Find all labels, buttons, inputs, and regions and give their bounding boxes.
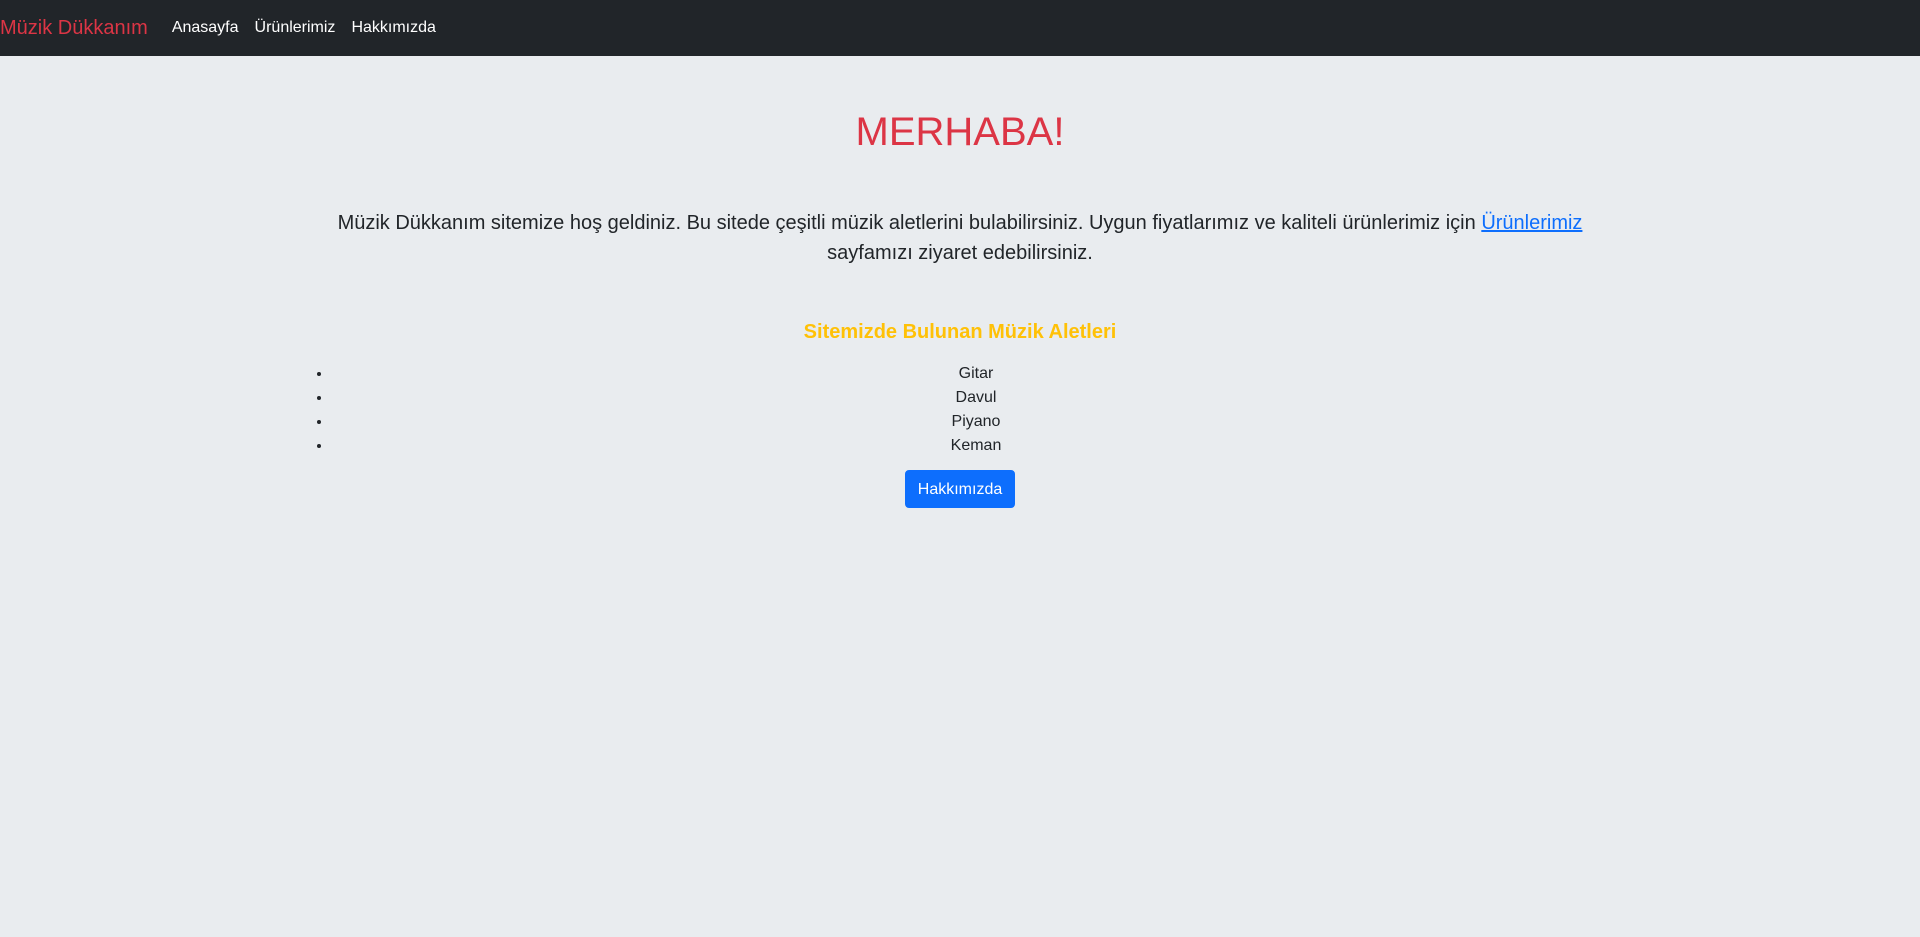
products-link[interactable]: Ürünlerimiz <box>1481 212 1582 234</box>
list-item: Davul <box>332 386 1620 410</box>
page-heading: MERHABA! <box>855 110 1065 154</box>
nav-link-urunlerimiz[interactable]: Ürünlerimiz <box>247 19 344 37</box>
intro-paragraph: Müzik Dükkanım sitemize hoş geldiniz. Bu… <box>300 208 1620 268</box>
navbar: Müzik Dükkanım Anasayfa Ürünlerimiz Hakk… <box>0 0 1920 56</box>
instruments-list: Gitar Davul Piyano Keman <box>300 362 1620 458</box>
nav-links: Anasayfa Ürünlerimiz Hakkımızda <box>172 19 444 37</box>
intro-text-before: Müzik Dükkanım sitemize hoş geldiniz. Bu… <box>337 212 1482 234</box>
list-item: Keman <box>332 434 1620 458</box>
list-item: Piyano <box>332 410 1620 434</box>
nav-link-anasayfa[interactable]: Anasayfa <box>172 19 247 37</box>
instruments-heading: Sitemizde Bulunan Müzik Aletleri <box>803 321 1117 343</box>
list-item: Gitar <box>332 362 1620 386</box>
main-content: MERHABA! Müzik Dükkanım sitemize hoş gel… <box>300 56 1620 508</box>
nav-link-hakkimizda[interactable]: Hakkımızda <box>343 19 443 37</box>
intro-text-after: sayfamızı ziyaret edebilirsiniz. <box>827 242 1093 264</box>
about-button[interactable]: Hakkımızda <box>904 470 1016 508</box>
brand-link[interactable]: Müzik Dükkanım <box>0 17 148 40</box>
